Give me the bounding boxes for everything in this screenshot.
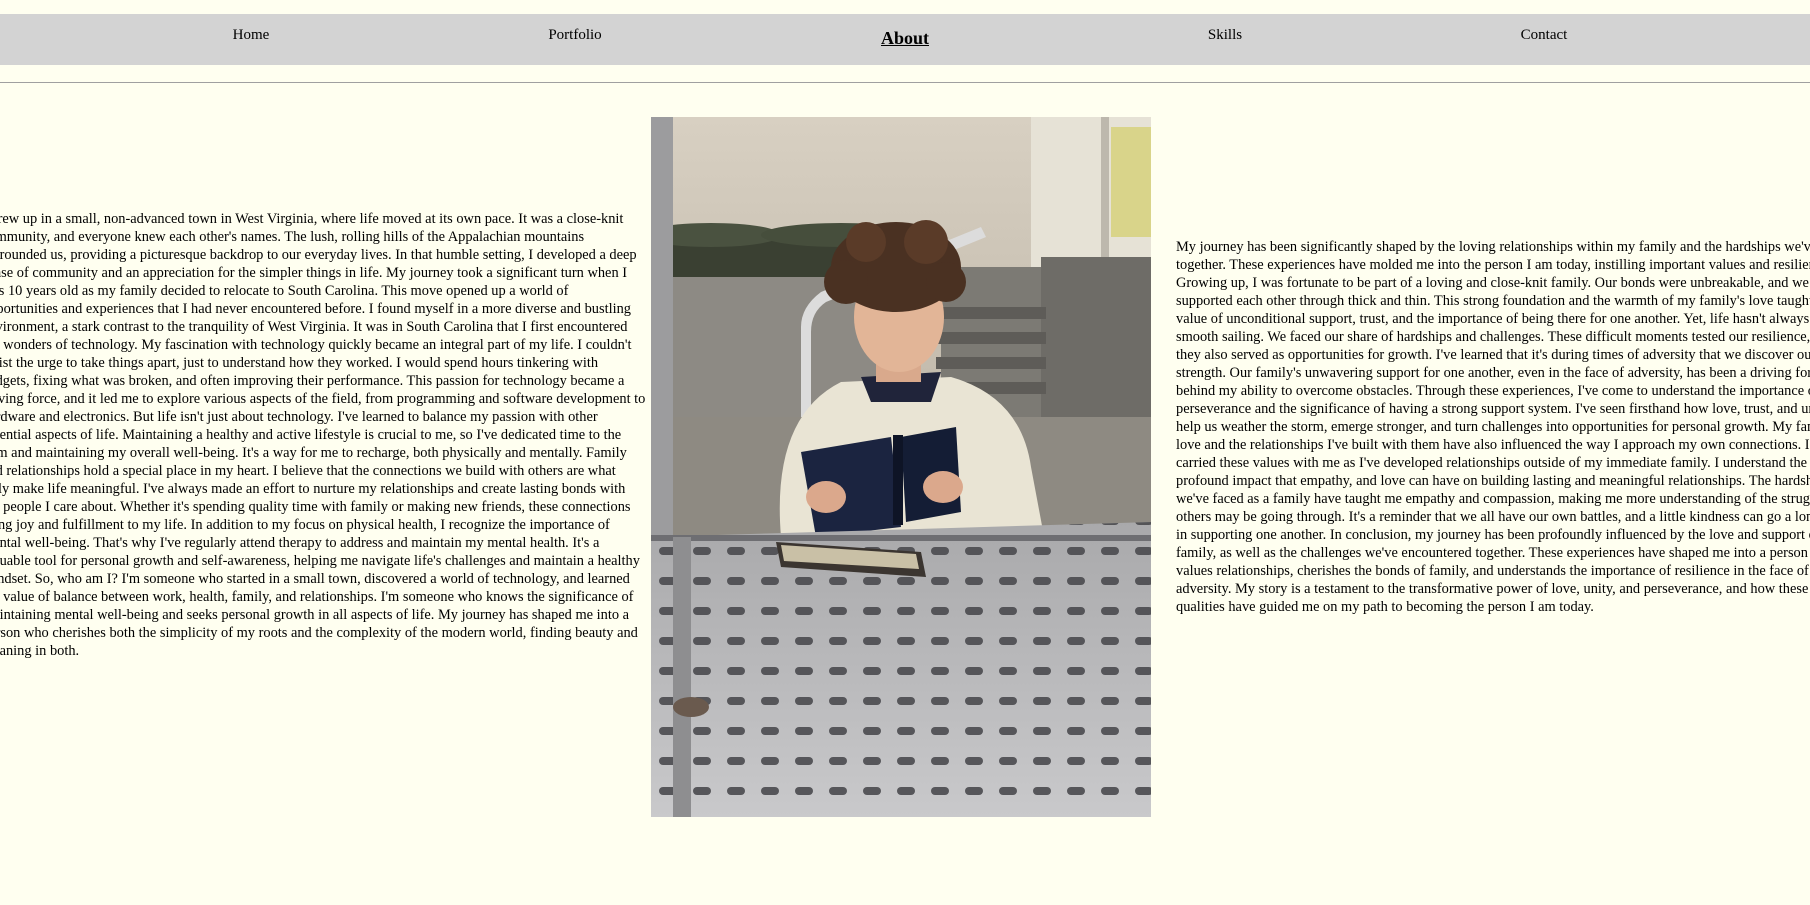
top-nav-bar: Home Portfolio About Skills Contact: [0, 14, 1810, 65]
nav-link-portfolio[interactable]: Portfolio: [548, 27, 601, 44]
header-divider: [0, 82, 1810, 83]
about-left-column: I grew up in a small, non-advanced town …: [0, 210, 646, 660]
profile-photo: [651, 117, 1151, 817]
nav-link-contact[interactable]: Contact: [1521, 27, 1568, 44]
about-right-paragraph: My journey has been significantly shaped…: [1176, 239, 1810, 615]
person-reading-photo-icon: [651, 117, 1151, 817]
about-left-paragraph: I grew up in a small, non-advanced town …: [0, 211, 646, 659]
nav-link-home[interactable]: Home: [233, 27, 270, 44]
about-right-column: My journey has been significantly shaped…: [1176, 238, 1810, 616]
nav-link-skills[interactable]: Skills: [1208, 27, 1242, 44]
nav-link-about[interactable]: About: [881, 28, 929, 49]
